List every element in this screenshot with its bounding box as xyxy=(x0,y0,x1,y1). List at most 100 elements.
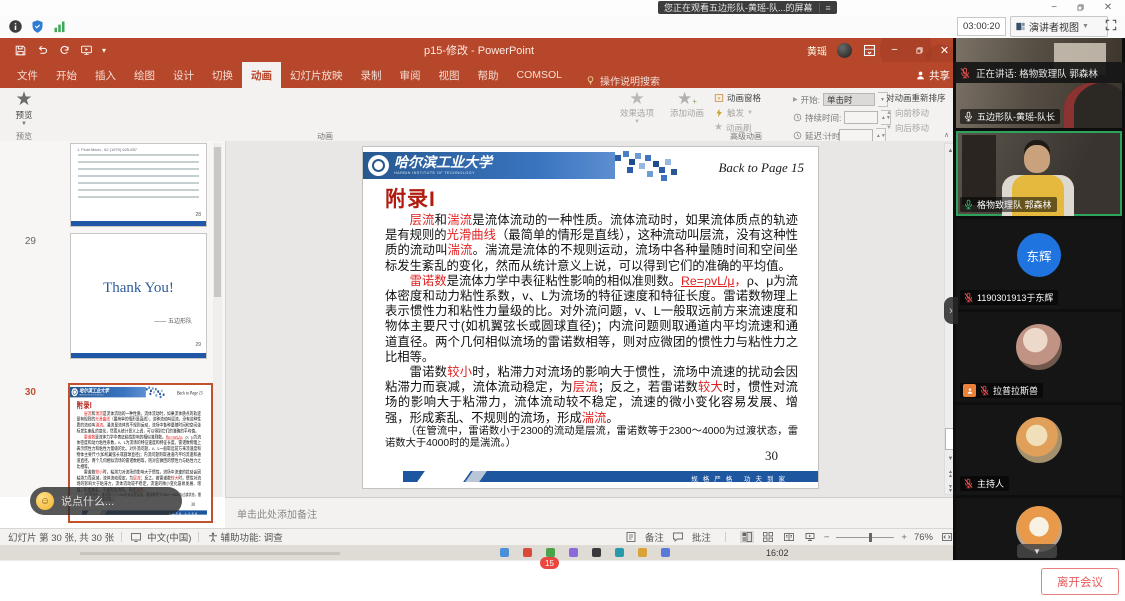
emoji-icon[interactable]: ☺ xyxy=(36,492,54,510)
collapse-ribbon-icon[interactable]: ∧ xyxy=(944,131,949,139)
slide-body-text: 层流和湍流是流体流动的一种性质。流体流动时，如果流体质点的轨迹是有规则的光滑曲线… xyxy=(385,213,798,451)
ribbon-tab-5[interactable]: 切换 xyxy=(203,62,242,88)
ribbon-tab-0[interactable]: 文件 xyxy=(8,62,47,88)
ribbon-tab-4[interactable]: 设计 xyxy=(164,62,203,88)
slideshow-view-icon[interactable] xyxy=(803,531,817,543)
preview-button[interactable]: ★ 预览 ▼ xyxy=(6,90,42,127)
meeting-security-icon[interactable] xyxy=(30,19,45,34)
ribbon-tab-1[interactable]: 开始 xyxy=(47,62,86,88)
add-animation-button[interactable]: ★+ 添加动画 xyxy=(664,90,710,119)
ribbon-tab-12[interactable]: COMSOL xyxy=(508,62,572,88)
video-tile-2[interactable]: 东辉 1190301913于东辉 xyxy=(956,219,1122,309)
redo-icon[interactable] xyxy=(58,44,71,57)
window-close-button[interactable]: ✕ xyxy=(1096,0,1120,14)
display-settings-icon[interactable] xyxy=(129,531,143,543)
start-value-dropdown[interactable]: 单击时 xyxy=(823,93,875,106)
chevron-down-icon: ▼ xyxy=(634,119,640,125)
notes-pane[interactable]: 单击此处添加备注 xyxy=(225,497,958,528)
ribbon-tab-11[interactable]: 帮助 xyxy=(469,62,508,88)
thumbnail-scrollbar-thumb[interactable] xyxy=(214,147,221,297)
leave-meeting-button[interactable]: 离开会议 xyxy=(1041,568,1119,595)
quick-chat-placeholder: 说点什么... xyxy=(61,493,114,509)
slide-canvas[interactable]: 哈尔滨工业大学 HARBIN INSTITUTE OF TECHNOLOGYBa… xyxy=(363,147,818,488)
notes-toggle-icon[interactable] xyxy=(624,531,638,543)
fit-slide-icon[interactable] xyxy=(940,531,954,543)
move-later-label[interactable]: 向后移动 xyxy=(895,122,929,134)
back-to-page-link[interactable]: Back to Page 15 xyxy=(718,160,804,176)
network-signal-icon[interactable] xyxy=(52,19,67,34)
speaking-indicator: 正在讲话: 格物致理队 郭森林 xyxy=(953,62,1125,83)
thumbnail-slide-28[interactable]: J. Fluid Mech., 62 (1979) 625-657 28 xyxy=(70,143,207,227)
ribbon-tab-2[interactable]: 插入 xyxy=(86,62,125,88)
qat-customize-icon[interactable]: ▾ xyxy=(102,46,106,55)
ribbon-tab-8[interactable]: 录制 xyxy=(352,62,391,88)
zoom-out-icon[interactable]: − xyxy=(824,532,830,543)
quick-access-toolbar: ▾ xyxy=(0,44,106,57)
meeting-info-icon[interactable] xyxy=(8,19,23,34)
video-tile-0[interactable]: 五边形队-黄瑶-队长 xyxy=(956,38,1122,128)
window-restore-button[interactable] xyxy=(1068,0,1092,14)
reading-view-icon[interactable] xyxy=(782,531,796,543)
taskbar-app-icon[interactable] xyxy=(615,548,624,557)
taskbar-app-icon[interactable] xyxy=(638,548,647,557)
ribbon-tab-7[interactable]: 幻灯片放映 xyxy=(281,62,352,88)
ppt-close-button[interactable]: ✕ xyxy=(937,43,952,58)
taskbar-app-icon[interactable] xyxy=(500,548,509,557)
taskbar-app-icon[interactable] xyxy=(546,548,555,557)
window-minimize-button[interactable]: − xyxy=(1042,0,1066,14)
tell-me-search[interactable]: 操作说明搜索 xyxy=(585,73,660,88)
view-mode-button[interactable]: 演讲者视图 ▼ xyxy=(1010,16,1108,37)
sidebar-collapse-handle[interactable]: › xyxy=(944,297,958,324)
ribbon-options-icon[interactable] xyxy=(862,43,877,58)
notes-toggle-label[interactable]: 备注 xyxy=(645,530,664,544)
move-earlier-label[interactable]: 向前移动 xyxy=(895,107,929,119)
language-status[interactable]: 中文(中国) xyxy=(147,530,191,544)
thumbnail-slide-29[interactable]: Thank You! —— 五边形队 29 xyxy=(70,233,207,359)
effect-options-button[interactable]: ★ 效果选项 ▼ xyxy=(615,90,659,125)
undo-icon[interactable] xyxy=(36,44,49,57)
scroll-more-participants-button[interactable]: ▼ xyxy=(1017,544,1057,558)
account-avatar[interactable] xyxy=(837,43,852,58)
taskbar-clock: 16:02 xyxy=(766,548,789,558)
zoom-in-icon[interactable]: + xyxy=(901,532,907,543)
thumbnail-scrollbar[interactable] xyxy=(213,143,222,497)
add-animation-star-icon: ★+ xyxy=(677,90,697,107)
effect-options-star-icon: ★ xyxy=(629,90,644,107)
taskbar-app-icon[interactable] xyxy=(661,548,670,557)
ribbon-tab-3[interactable]: 绘图 xyxy=(125,62,164,88)
share-button[interactable]: 共享 xyxy=(915,68,950,83)
thumb29-byline: —— 五边形队 xyxy=(154,316,192,325)
save-icon[interactable] xyxy=(14,44,27,57)
slideshow-icon[interactable] xyxy=(80,44,93,57)
fullscreen-icon[interactable] xyxy=(1104,18,1118,32)
zoom-slider-thumb[interactable] xyxy=(869,533,872,542)
participant-label: 1190301913于东辉 xyxy=(960,290,1058,305)
video-tile-4[interactable]: 主持人 xyxy=(956,405,1122,495)
quick-chat-overlay[interactable]: ☺ 说点什么... xyxy=(30,487,182,515)
zoom-slider[interactable] xyxy=(836,537,894,538)
comments-icon[interactable] xyxy=(671,531,685,543)
ppt-restore-button[interactable] xyxy=(912,43,927,58)
zoom-level[interactable]: 76% xyxy=(914,532,933,543)
muted-mic-icon xyxy=(963,478,974,489)
video-tile-3[interactable]: 拉普拉斯兽 xyxy=(956,312,1122,402)
normal-view-icon[interactable] xyxy=(740,531,754,543)
animation-pane-button[interactable]: 动画窗格 xyxy=(714,92,761,104)
banner-menu-icon[interactable]: ≡ xyxy=(819,3,831,13)
comments-label[interactable]: 批注 xyxy=(692,530,711,544)
back-to-page-link[interactable]: Back to Page 15 xyxy=(177,390,203,396)
account-name[interactable]: 黄瑶 xyxy=(807,43,827,58)
trigger-button[interactable]: 触发 ▼ xyxy=(714,107,761,119)
ribbon-tab-6[interactable]: 动画 xyxy=(242,62,281,88)
video-tile-1[interactable]: 格物致理队 郭森林 xyxy=(956,131,1122,216)
taskbar-app-icon[interactable] xyxy=(592,548,601,557)
view-mode-label: 演讲者视图 xyxy=(1029,19,1079,34)
accessibility-status[interactable]: 辅助功能: 调查 xyxy=(220,530,282,544)
duration-input[interactable] xyxy=(844,111,878,124)
slide-sorter-icon[interactable] xyxy=(761,531,775,543)
ribbon-tab-10[interactable]: 视图 xyxy=(430,62,469,88)
ppt-minimize-button[interactable]: − xyxy=(887,43,902,58)
taskbar-app-icon[interactable] xyxy=(523,548,532,557)
taskbar-app-icon[interactable] xyxy=(569,548,578,557)
ribbon-tab-9[interactable]: 审阅 xyxy=(391,62,430,88)
